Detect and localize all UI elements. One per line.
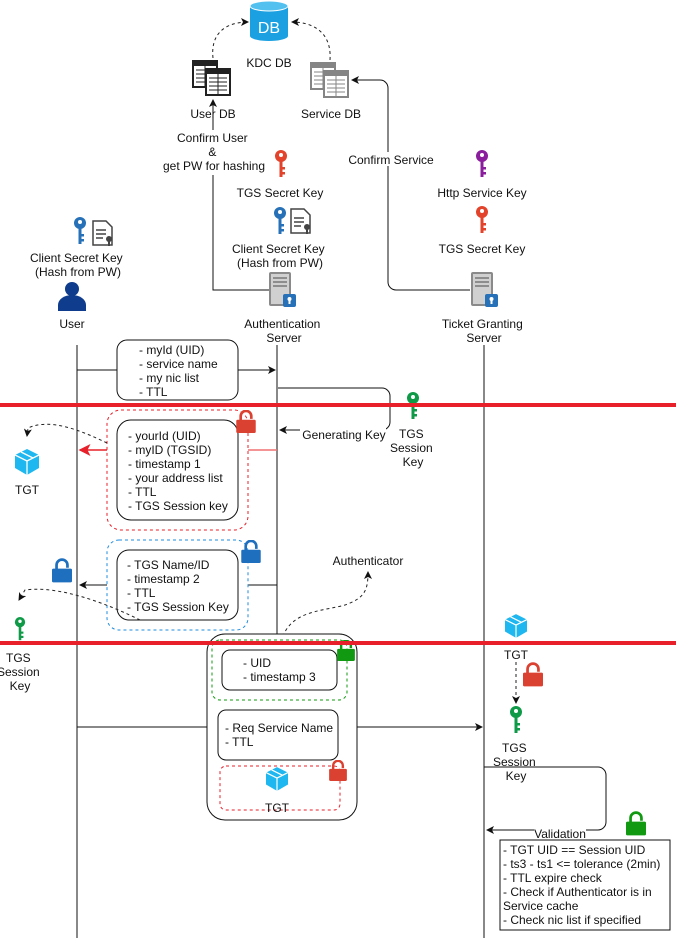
server-tgt-label: TGT	[504, 648, 529, 662]
authentication-server-label: Authentication Server	[244, 317, 323, 345]
http-service-key-icon	[476, 150, 488, 177]
client-secret-key-icon	[274, 207, 286, 234]
lock-icon	[236, 410, 256, 433]
as-client-secret-key-label: Client Secret Key (Hash from PW)	[232, 242, 328, 270]
server-session-key-icon	[510, 706, 522, 733]
service-db-link	[291, 18, 331, 61]
authenticator-label: Authenticator	[333, 554, 404, 568]
validation-loop	[484, 766, 607, 834]
validation-label: Validation	[534, 827, 586, 841]
confirm-service-label: Confirm Service	[348, 153, 434, 167]
user-db-icon	[192, 60, 231, 96]
unlocked-icon	[626, 811, 646, 836]
lock-icon	[241, 540, 261, 563]
tgs-secret-key-label: TGS Secret Key	[439, 242, 526, 256]
service-db-label: Service DB	[301, 107, 361, 121]
unlocked-icon	[523, 662, 543, 687]
tgs-secret-key-icon	[476, 206, 488, 233]
user-label: User	[59, 317, 84, 331]
ticket-granting-server-icon	[470, 272, 499, 308]
confirm-service-line	[351, 76, 470, 291]
document-icon	[290, 208, 311, 234]
tgt-extract-arrow	[23, 423, 108, 444]
service-db-icon	[310, 62, 349, 98]
request-tgt-label: TGT	[265, 801, 290, 815]
tgt-icon	[505, 613, 527, 639]
server-session-key-label: TGS Session Key	[493, 741, 539, 783]
kdc-db-icon: DB	[249, 0, 289, 41]
user-db-link	[212, 18, 249, 59]
db-icon-text: DB	[258, 20, 280, 37]
generating-key-loop	[278, 387, 391, 434]
client-session-key-label: TGS Session Key	[0, 651, 43, 693]
user-client-key-icon	[74, 217, 86, 244]
generating-key-label: Generating Key	[302, 428, 385, 442]
ticket-granting-server-label: Ticket Granting Server	[442, 317, 526, 345]
tgs-session-key-label: TGS Session Key	[390, 427, 436, 469]
user-client-secret-key-label: Client Secret Key (Hash from PW)	[30, 251, 126, 279]
tgs-secret-key-icon	[275, 150, 287, 177]
confirm-user-label: Confirm User & get PW for hashing	[163, 131, 265, 173]
tgt-icon	[15, 449, 39, 475]
http-service-key-label: Http Service Key	[437, 186, 526, 200]
client-session-key-icon	[14, 617, 26, 641]
unlocked-icon	[52, 558, 72, 583]
user-icon	[58, 282, 86, 311]
document-icon	[92, 220, 113, 246]
kerberos-diagram: DB KDC DB User DB Service DB Confirm Use…	[0, 0, 676, 938]
authentication-server-icon	[268, 272, 297, 308]
tgt-label: TGT	[15, 483, 40, 497]
validation-checks: - TGT UID == Session UID - ts3 - ts1 <= …	[503, 843, 664, 927]
kdc-db-label: KDC DB	[246, 56, 291, 70]
as-tgs-secret-key-label: TGS Secret Key	[237, 186, 324, 200]
